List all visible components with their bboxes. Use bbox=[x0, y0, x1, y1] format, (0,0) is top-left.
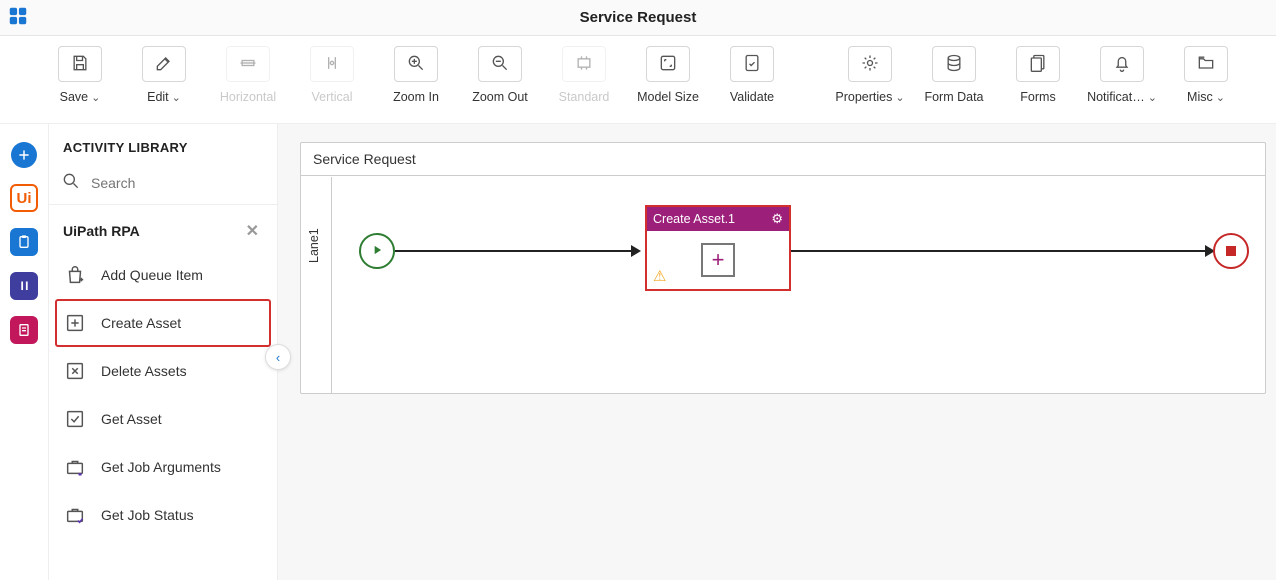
end-node[interactable] bbox=[1213, 233, 1249, 269]
model-size-icon bbox=[658, 53, 678, 76]
zoom-out-button[interactable]: Zoom Out bbox=[460, 46, 540, 104]
activity-create-asset[interactable]: Create Asset bbox=[55, 299, 271, 347]
flow-edge[interactable] bbox=[791, 250, 1213, 252]
activity-label: Create Asset bbox=[101, 315, 181, 331]
document-icon[interactable] bbox=[10, 316, 38, 344]
save-label: Save bbox=[60, 90, 89, 104]
search-icon bbox=[61, 171, 81, 194]
bell-icon bbox=[1112, 53, 1132, 76]
vertical-label: Vertical bbox=[312, 90, 353, 104]
process-canvas[interactable]: Service Request Lane1 Create Asset.1 ⚙ ⚠… bbox=[300, 142, 1266, 394]
standard-button: Standard bbox=[544, 46, 624, 104]
activity-get-job-arguments[interactable]: Get Job Arguments bbox=[49, 443, 277, 491]
edit-label: Edit bbox=[147, 90, 169, 104]
activity-label: Get Job Arguments bbox=[101, 459, 221, 475]
activity-label: Add Queue Item bbox=[101, 267, 203, 283]
chevron-down-icon: ⌄ bbox=[91, 91, 100, 104]
validate-label: Validate bbox=[730, 90, 774, 104]
activity-label: Get Job Status bbox=[101, 507, 194, 523]
clipboard-icon[interactable] bbox=[10, 228, 38, 256]
sidebar-heading: ACTIVITY LIBRARY bbox=[49, 124, 277, 165]
zoom-in-label: Zoom In bbox=[393, 90, 439, 104]
database-icon bbox=[944, 53, 964, 76]
gear-icon bbox=[860, 53, 880, 76]
save-icon bbox=[70, 53, 90, 76]
form-data-button[interactable]: Form Data bbox=[914, 46, 994, 104]
folder-icon bbox=[1196, 53, 1216, 76]
model-size-button[interactable]: Model Size bbox=[628, 46, 708, 104]
apps-icon[interactable] bbox=[0, 5, 36, 30]
task-create-asset[interactable]: Create Asset.1 ⚙ ⚠ + bbox=[645, 205, 791, 291]
x-box-icon bbox=[63, 359, 87, 383]
fit-standard-icon bbox=[574, 53, 594, 76]
start-node[interactable] bbox=[359, 233, 395, 269]
vertical-button: Vertical bbox=[292, 46, 372, 104]
notifications-button[interactable]: Notificat…⌄ bbox=[1082, 46, 1162, 104]
chevron-down-icon: ⌄ bbox=[1148, 91, 1157, 104]
plus-box-icon bbox=[63, 311, 87, 335]
properties-label: Properties bbox=[835, 90, 892, 104]
close-icon[interactable]: ✕ bbox=[242, 217, 263, 245]
task-title: Create Asset.1 bbox=[653, 212, 735, 226]
page-title: Service Request bbox=[0, 9, 1276, 26]
play-icon bbox=[370, 243, 384, 260]
forms-icon bbox=[1028, 53, 1048, 76]
bag-plus-icon bbox=[63, 263, 87, 287]
plus-box-icon: + bbox=[701, 243, 735, 277]
activity-label: Get Asset bbox=[101, 411, 162, 427]
misc-button[interactable]: Misc⌄ bbox=[1166, 46, 1246, 104]
check-box-icon bbox=[63, 407, 87, 431]
briefcase-icon bbox=[63, 455, 87, 479]
forms-label: Forms bbox=[1020, 90, 1055, 104]
notifications-label: Notificat… bbox=[1087, 90, 1145, 104]
gear-icon[interactable]: ⚙ bbox=[771, 211, 783, 227]
chevron-down-icon: ⌄ bbox=[1216, 91, 1225, 104]
horizontal-label: Horizontal bbox=[220, 90, 276, 104]
edit-icon bbox=[154, 53, 174, 76]
activity-get-asset[interactable]: Get Asset bbox=[49, 395, 277, 443]
search-input[interactable] bbox=[89, 174, 274, 192]
activity-get-job-status[interactable]: Get Job Status bbox=[49, 491, 277, 539]
parallel-icon[interactable]: I I bbox=[10, 272, 38, 300]
uipath-icon[interactable]: Ui bbox=[10, 184, 38, 212]
lane-separator bbox=[331, 177, 332, 393]
activity-add-queue-item[interactable]: Add Queue Item bbox=[49, 251, 277, 299]
lane-label: Lane1 bbox=[307, 228, 321, 263]
validate-icon bbox=[742, 53, 762, 76]
edit-button[interactable]: Edit⌄ bbox=[124, 46, 204, 104]
zoom-in-icon bbox=[406, 53, 426, 76]
save-button[interactable]: Save⌄ bbox=[40, 46, 120, 104]
chevron-left-icon: ‹ bbox=[276, 350, 280, 365]
collapse-sidebar-button[interactable]: ‹ bbox=[265, 344, 291, 370]
forms-button[interactable]: Forms bbox=[998, 46, 1078, 104]
standard-label: Standard bbox=[559, 90, 610, 104]
activity-delete-assets[interactable]: Delete Assets bbox=[49, 347, 277, 395]
activity-label: Delete Assets bbox=[101, 363, 187, 379]
zoom-out-label: Zoom Out bbox=[472, 90, 528, 104]
align-horizontal-icon bbox=[238, 53, 258, 76]
briefcase-check-icon bbox=[63, 503, 87, 527]
align-vertical-icon bbox=[322, 53, 342, 76]
activity-library-panel: ACTIVITY LIBRARY UiPath RPA ✕ Add Queue … bbox=[48, 124, 278, 580]
toolbar: Save⌄ Edit⌄ Horizontal Vertical Zoom In … bbox=[0, 36, 1276, 124]
horizontal-button: Horizontal bbox=[208, 46, 288, 104]
category-label: UiPath RPA bbox=[63, 223, 140, 239]
chevron-down-icon: ⌄ bbox=[895, 91, 904, 104]
validate-button[interactable]: Validate bbox=[712, 46, 792, 104]
warning-icon: ⚠ bbox=[653, 267, 666, 285]
canvas-title: Service Request bbox=[301, 143, 1265, 176]
stop-icon bbox=[1226, 246, 1236, 256]
misc-label: Misc bbox=[1187, 90, 1213, 104]
properties-button[interactable]: Properties⌄ bbox=[830, 46, 910, 104]
left-rail: Ui I I bbox=[0, 124, 48, 580]
chevron-down-icon: ⌄ bbox=[172, 91, 181, 104]
zoom-out-icon bbox=[490, 53, 510, 76]
flow-edge[interactable] bbox=[395, 250, 639, 252]
model-size-label: Model Size bbox=[637, 90, 699, 104]
zoom-in-button[interactable]: Zoom In bbox=[376, 46, 456, 104]
form-data-label: Form Data bbox=[924, 90, 983, 104]
add-button[interactable] bbox=[11, 142, 37, 168]
